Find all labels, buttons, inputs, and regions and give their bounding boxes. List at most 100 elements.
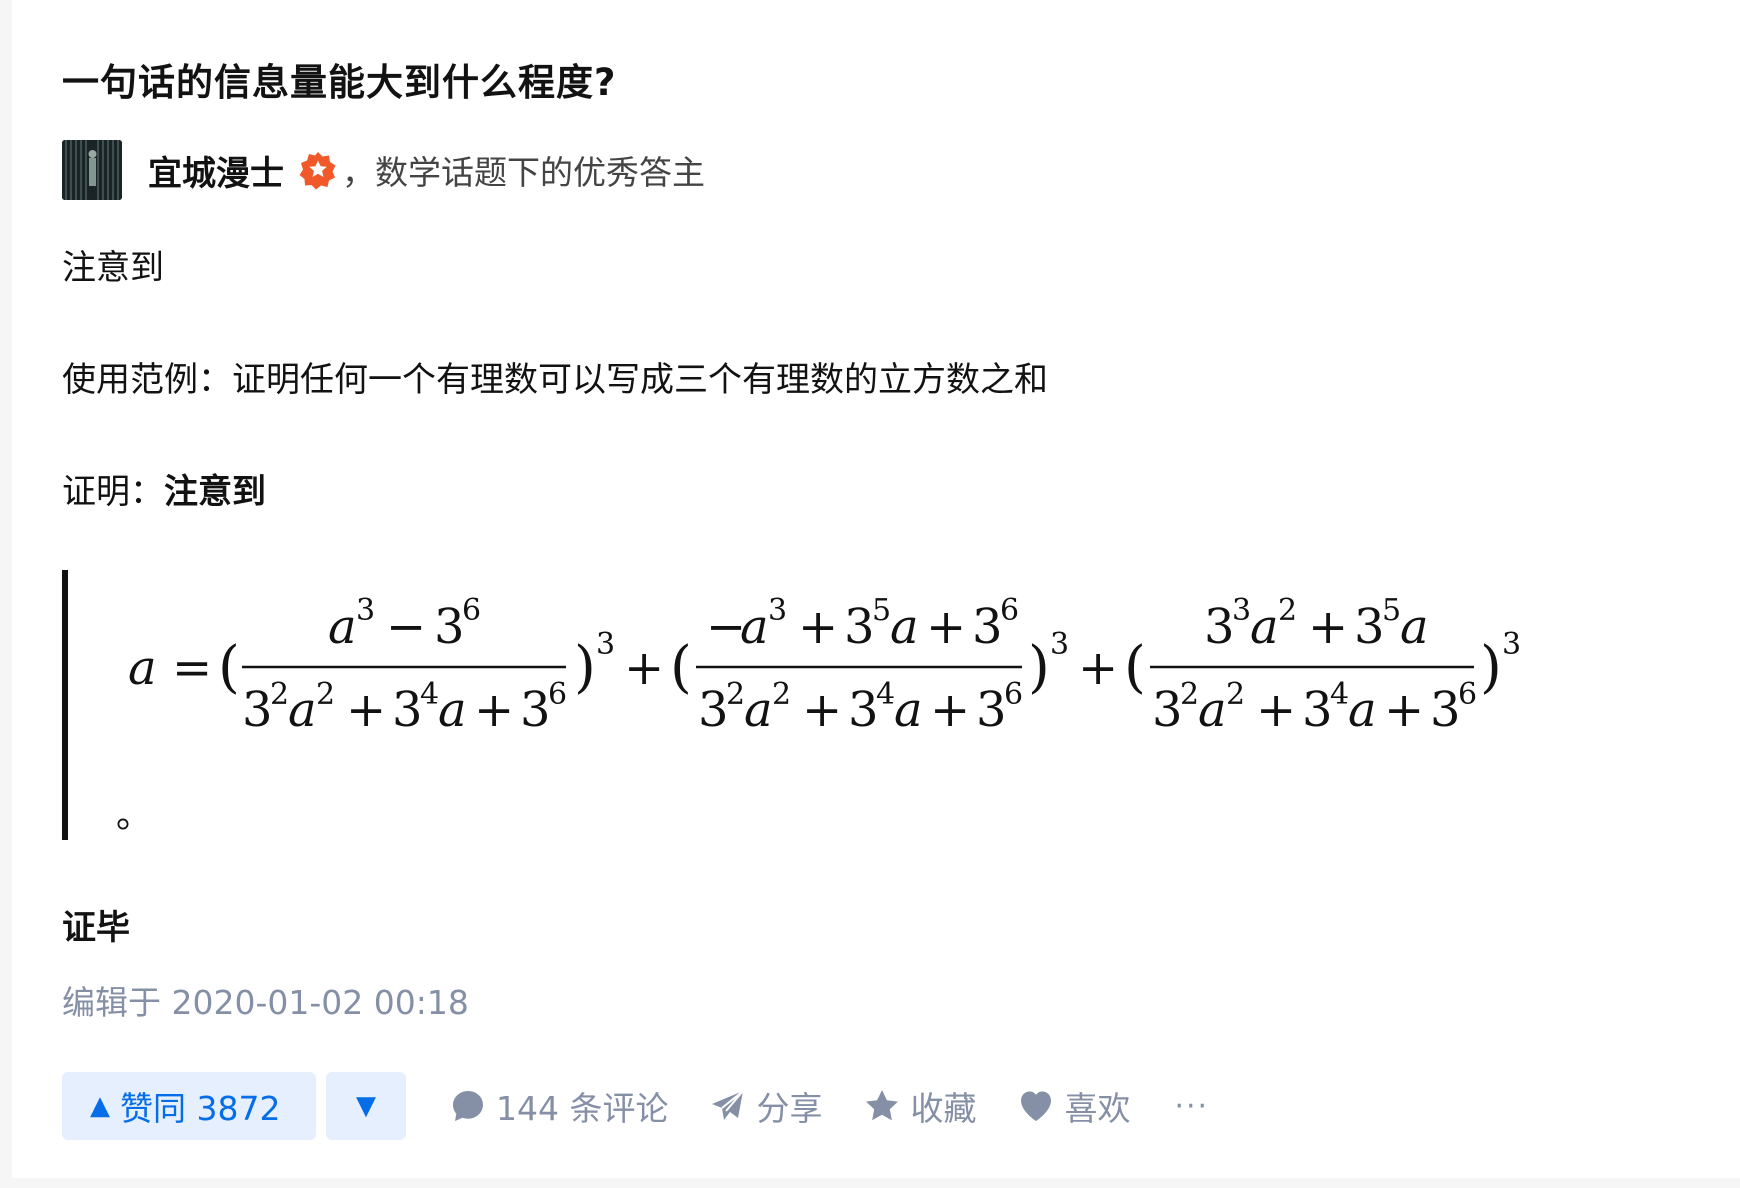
- svg-text:5: 5: [872, 593, 891, 628]
- svg-text:3: 3: [1204, 599, 1235, 655]
- comment-label: 144 条评论: [496, 1089, 669, 1128]
- svg-text:6: 6: [1004, 677, 1023, 712]
- svg-text:3: 3: [698, 682, 729, 738]
- author-name[interactable]: 宜城漫士: [148, 146, 284, 195]
- svg-text:(: (: [670, 635, 692, 700]
- svg-text:+: +: [346, 682, 386, 738]
- svg-text:3: 3: [392, 682, 423, 738]
- svg-text:2: 2: [316, 677, 335, 712]
- svg-text:(: (: [218, 635, 240, 700]
- svg-text:4: 4: [420, 677, 439, 712]
- svg-text:2: 2: [1180, 677, 1199, 712]
- svg-text:3: 3: [1050, 627, 1069, 662]
- svg-text:a: a: [890, 599, 919, 655]
- vote-up-label: 赞同 3872: [120, 1089, 281, 1128]
- share-label: 分享: [756, 1089, 823, 1128]
- proof-label: 证明：: [62, 472, 164, 512]
- blockquote-bar: [62, 570, 68, 840]
- svg-text:+: +: [1308, 599, 1348, 655]
- svg-text:+: +: [474, 682, 514, 738]
- star-icon: [866, 1090, 899, 1121]
- svg-text:+: +: [624, 640, 664, 696]
- svg-text:3: 3: [356, 593, 375, 628]
- svg-text:3: 3: [520, 682, 551, 738]
- svg-text:): ): [1480, 635, 1502, 700]
- share-button[interactable]: 分享: [710, 1082, 822, 1130]
- edited-time[interactable]: 编辑于 2020-01-02 00:18: [62, 976, 469, 1024]
- svg-text:3: 3: [242, 682, 273, 738]
- paragraph-intro: 注意到: [62, 248, 164, 288]
- svg-text:3: 3: [1232, 593, 1251, 628]
- svg-text:+: +: [798, 599, 838, 655]
- svg-text:a: a: [894, 682, 923, 738]
- formula-period: 。: [116, 795, 153, 836]
- answer-card: 一句话的信息量能大到什么程度? 宜城漫士 ，数学话题下的优秀答主 注意到 使用范…: [12, 0, 1740, 1178]
- svg-text:+: +: [802, 682, 842, 738]
- svg-text:+: +: [930, 682, 970, 738]
- svg-text:6: 6: [462, 593, 481, 628]
- action-bar: ▲ 赞同 3872 ▼ 144 条评论 分享 收藏 喜欢 ···: [62, 1072, 1209, 1140]
- svg-text:a: a: [740, 599, 769, 655]
- vote-up-button[interactable]: ▲ 赞同 3872: [62, 1072, 316, 1140]
- triangle-down-icon: ▼: [356, 1091, 376, 1121]
- svg-text:=: =: [172, 640, 212, 696]
- svg-text:a: a: [128, 640, 157, 696]
- svg-text:3: 3: [596, 627, 615, 662]
- svg-text:5: 5: [1382, 593, 1401, 628]
- svg-text:6: 6: [1458, 677, 1477, 712]
- svg-text:3: 3: [1152, 682, 1183, 738]
- svg-text:): ): [574, 635, 596, 700]
- svg-text:2: 2: [1226, 677, 1245, 712]
- vote-down-button[interactable]: ▼: [326, 1072, 406, 1140]
- svg-text:3: 3: [1430, 682, 1461, 738]
- svg-text:4: 4: [876, 677, 895, 712]
- formula-render: a = ( a 3 − 3 6 3 2 a 2 + 3 4 a + 3 6 ) …: [128, 593, 1521, 738]
- svg-text:3: 3: [1502, 627, 1521, 662]
- like-button[interactable]: 喜欢: [1018, 1082, 1130, 1130]
- author-description: ，数学话题下的优秀答主: [342, 153, 705, 192]
- svg-text:a: a: [1250, 599, 1279, 655]
- author-info: 宜城漫士 ，数学话题下的优秀答主: [62, 140, 705, 200]
- svg-text:a: a: [438, 682, 467, 738]
- avatar-image: [62, 140, 122, 200]
- svg-text:2: 2: [1278, 593, 1297, 628]
- svg-text:3: 3: [434, 599, 465, 655]
- svg-text:+: +: [926, 599, 966, 655]
- svg-text:a: a: [288, 682, 317, 738]
- svg-text:3: 3: [1302, 682, 1333, 738]
- paragraph-example: 使用范例：证明任何一个有理数可以写成三个有理数的立方数之和: [62, 360, 1048, 400]
- svg-text:6: 6: [548, 677, 567, 712]
- avatar[interactable]: [62, 140, 122, 200]
- svg-text:a: a: [1348, 682, 1377, 738]
- favorite-button[interactable]: 收藏: [864, 1082, 976, 1130]
- svg-text:a: a: [744, 682, 773, 738]
- heart-icon: [1021, 1091, 1052, 1121]
- proof-emphasis: 注意到: [164, 472, 266, 512]
- svg-text:−: −: [386, 599, 426, 655]
- svg-text:2: 2: [772, 677, 791, 712]
- like-label: 喜欢: [1064, 1089, 1131, 1128]
- comment-button[interactable]: 144 条评论: [450, 1082, 668, 1130]
- svg-text:3: 3: [848, 682, 879, 738]
- question-title[interactable]: 一句话的信息量能大到什么程度?: [62, 52, 616, 106]
- share-icon: [712, 1090, 745, 1120]
- svg-text:3: 3: [844, 599, 875, 655]
- svg-text:3: 3: [976, 682, 1007, 738]
- svg-text:4: 4: [1330, 677, 1349, 712]
- svg-text:2: 2: [726, 677, 745, 712]
- triangle-up-icon: ▲: [90, 1091, 110, 1121]
- svg-text:+: +: [1384, 682, 1424, 738]
- svg-text:3: 3: [1354, 599, 1385, 655]
- paragraph-proof: 证明：注意到: [62, 464, 266, 513]
- svg-text:a: a: [1198, 682, 1227, 738]
- paragraph-qed: 证毕: [62, 908, 130, 948]
- comment-icon: [453, 1091, 483, 1121]
- svg-text:a: a: [1400, 599, 1429, 655]
- svg-text:+: +: [1078, 640, 1118, 696]
- svg-text:): ): [1028, 635, 1050, 700]
- svg-text:3: 3: [972, 599, 1003, 655]
- svg-text:6: 6: [1000, 593, 1019, 628]
- excellent-answerer-badge-icon[interactable]: [298, 150, 338, 190]
- svg-text:(: (: [1124, 635, 1146, 700]
- more-options-button[interactable]: ···: [1174, 1089, 1209, 1124]
